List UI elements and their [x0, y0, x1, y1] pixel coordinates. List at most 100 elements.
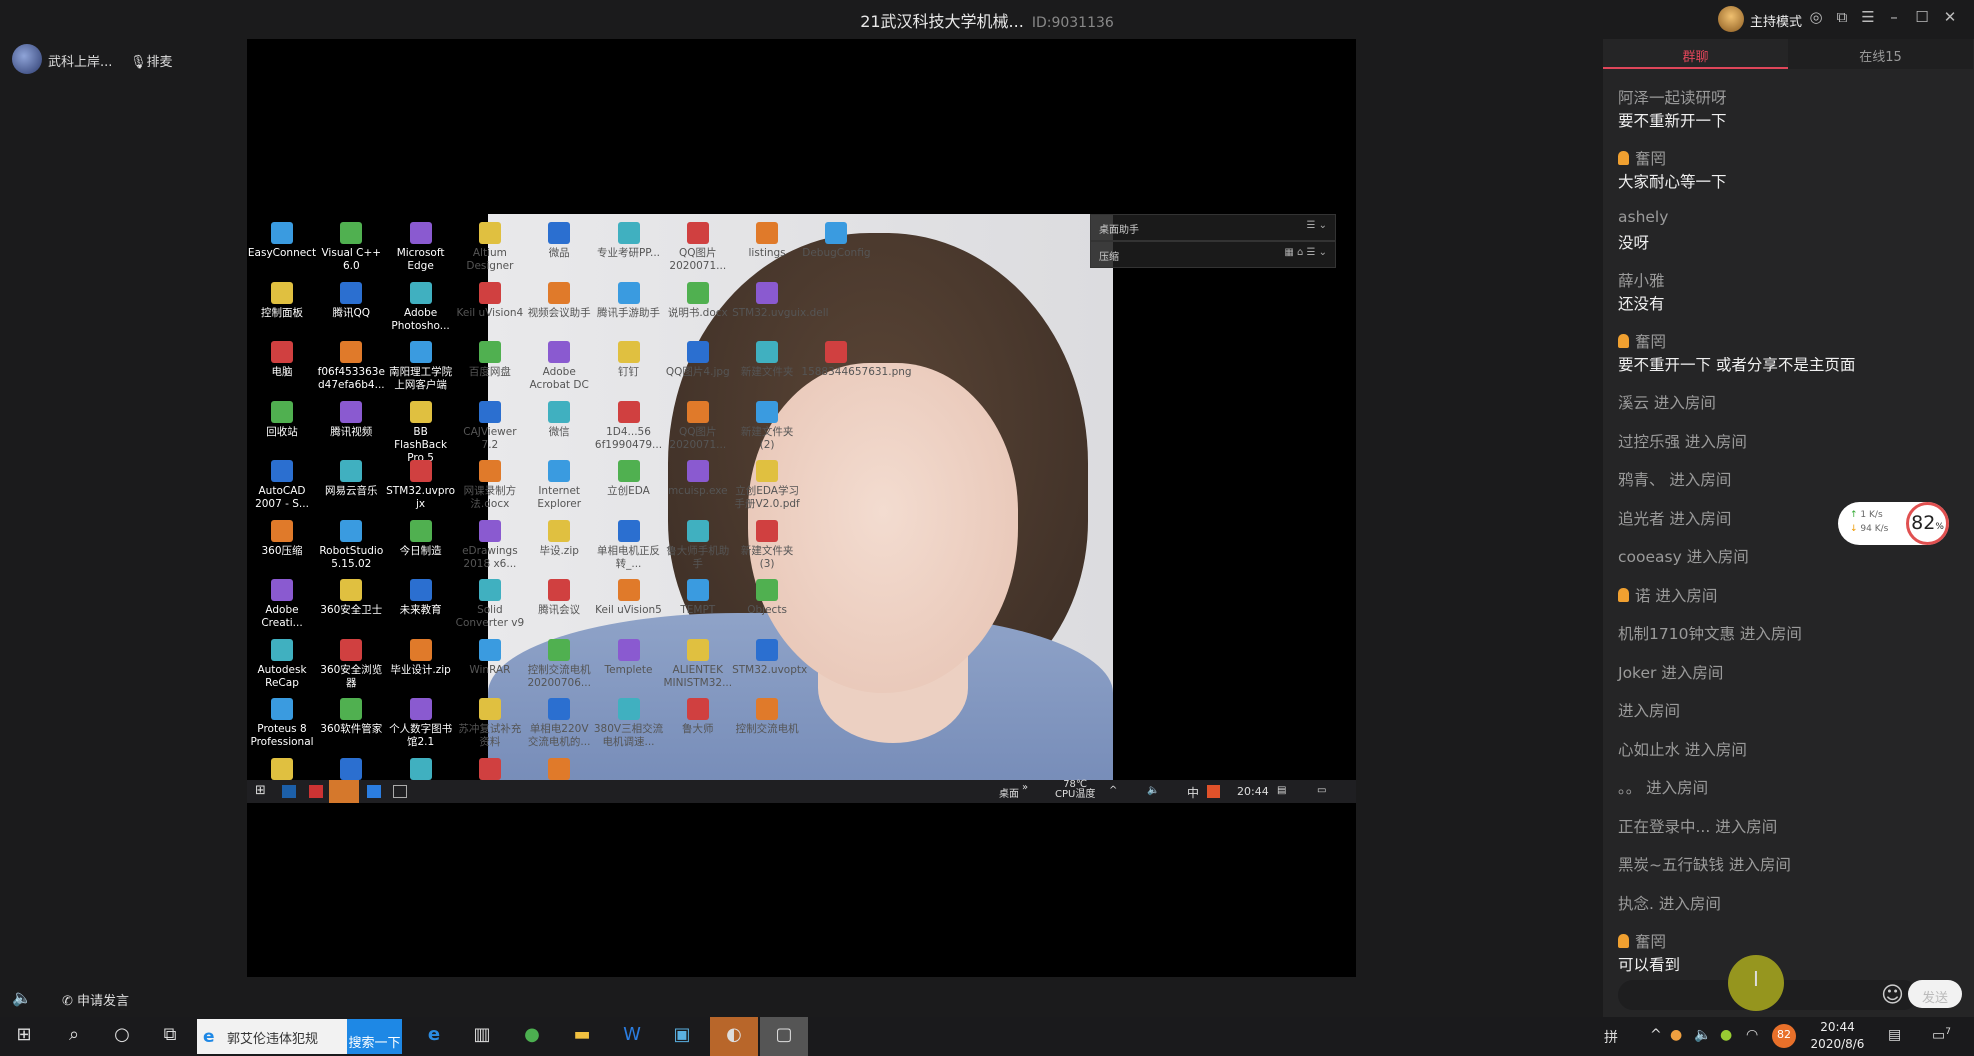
desktop-icon[interactable]: 微品 — [524, 222, 594, 260]
desktop-icon[interactable]: 南阳理工学院 上网客户端 — [386, 341, 456, 392]
desktop-icon[interactable]: TEMPT — [663, 579, 733, 617]
maximize-button[interactable]: ☐ — [1912, 8, 1932, 28]
windows-start-icon[interactable]: ⊞ — [0, 1017, 48, 1056]
desktop-icon[interactable]: AutoCAD 2007 - S... — [247, 460, 317, 511]
desktop-icon[interactable]: 腾讯会议 — [524, 579, 594, 617]
user-name[interactable]: 武科上岸... — [48, 51, 112, 70]
desktop-icon[interactable]: QQ图片 2020071... — [663, 222, 733, 273]
chevron-up-icon[interactable]: ^ — [1650, 1027, 1662, 1043]
desktop-icon[interactable]: 控制交流电机 20200706... — [524, 638, 594, 690]
desktop-icon[interactable]: 控制面板 — [247, 281, 317, 320]
desktop-icon[interactable]: 单相电机正反转_... — [594, 519, 664, 571]
screen-app-icon[interactable]: ▢ — [760, 1017, 808, 1056]
desktop-icon[interactable]: 立创EDA — [594, 460, 664, 498]
desktop-icon[interactable]: QQ图片 2020071... — [663, 400, 733, 452]
notification-icon[interactable]: ▭7 — [1932, 1027, 1951, 1044]
desktop-icon[interactable]: 腾讯视频 — [316, 400, 386, 439]
photo-viewer-icon[interactable]: ▣ — [658, 1017, 706, 1056]
desktop-icon[interactable]: 380V三相交流电机调速... — [594, 698, 664, 749]
desktop-icon[interactable]: Keil uVision4 — [455, 281, 525, 320]
search-icon[interactable]: ⌕ — [50, 1017, 98, 1056]
desktop-icon[interactable]: 新建文件夹 (2) — [732, 400, 802, 452]
desktop-icon[interactable]: 未来教育 — [386, 579, 456, 617]
desktop-icon[interactable]: f06f453363e d47efa6b4... — [316, 341, 386, 392]
search-button[interactable]: 搜索一下 — [347, 1019, 402, 1054]
desktop-icon[interactable]: 360软件管家 — [316, 698, 386, 736]
taskbar-search-box[interactable]: 郭艾伦违体犯规 — [197, 1019, 347, 1054]
desktop-icon[interactable]: 360安全浏览器 — [316, 638, 386, 690]
desktop-icon[interactable]: 微信 — [524, 400, 594, 439]
desktop-icon[interactable]: Proteus 8 Professional — [247, 698, 317, 749]
desktop-icon[interactable]: 网易云音乐 — [316, 460, 386, 498]
wps-icon[interactable]: W — [608, 1017, 656, 1056]
task-view-icon[interactable]: ⧉ — [146, 1017, 194, 1056]
apply-speak-button[interactable]: ✆ 申请发言 — [62, 990, 129, 1009]
active-app-icon[interactable]: ◐ — [710, 1017, 758, 1056]
desktop-icon[interactable]: Internet Explorer — [524, 460, 594, 511]
desktop-icon[interactable]: 钉钉 — [594, 341, 664, 379]
desktop-icon[interactable]: 1588344657631.png — [801, 341, 912, 379]
cortana-icon[interactable]: ○ — [98, 1017, 146, 1056]
desktop-icon[interactable]: 说明书.docx — [663, 281, 733, 320]
desktop-icon[interactable]: Keil uVision5 — [594, 579, 664, 617]
desktop-icon[interactable]: ALIENTEK MINISTM32... — [663, 638, 733, 690]
host-mode-button[interactable]: 主持模式 — [1750, 11, 1802, 30]
desktop-icon[interactable]: RobotStudio 5.15.02 — [316, 519, 386, 571]
desktop-icon[interactable]: 视频会议助手 — [524, 281, 594, 320]
file-explorer-icon[interactable]: ▬ — [558, 1017, 606, 1056]
desktop-icon[interactable]: Visual C++ 6.0 — [316, 222, 386, 273]
network-speed-widget[interactable]: ↑ 1 K/s ↓ 94 K/s 82% — [1838, 502, 1949, 545]
desktop-icon[interactable]: 毕业设计.zip — [386, 638, 456, 677]
desktop-icon[interactable]: Adobe Acrobat DC — [524, 341, 594, 392]
desktop-icon[interactable]: QQ图片4.jpg — [663, 341, 733, 379]
host-avatar[interactable] — [1718, 6, 1744, 32]
speaker-icon[interactable]: 🔈 — [12, 988, 32, 1007]
desktop-icon[interactable]: CAJViewer 7.2 — [455, 400, 525, 452]
desktop-icon[interactable]: 1D4...56 6f1990479... — [594, 400, 664, 452]
desktop-icon[interactable]: 360压缩 — [247, 519, 317, 558]
desktop-icon[interactable]: Adobe Creati... — [247, 579, 317, 630]
360-icon[interactable]: ● — [1720, 1027, 1732, 1043]
desktop-icon[interactable]: WinRAR — [455, 638, 525, 677]
desktop-icon[interactable]: 单相电220V 交流电机的... — [524, 698, 594, 749]
desktop-icon[interactable]: Adobe Photosho... — [386, 281, 456, 333]
desktop-icon[interactable]: STM32.uvpro jx — [386, 460, 456, 511]
system-clock[interactable]: 20:44 2020/8/6 — [1800, 1019, 1875, 1053]
ime-indicator[interactable]: 拼 — [1604, 1027, 1618, 1047]
popout-icon[interactable]: ⧉ — [1832, 8, 1852, 28]
wifi-icon[interactable]: ◠ — [1746, 1027, 1758, 1043]
speaker-icon[interactable]: 🔈 — [1694, 1027, 1711, 1043]
desktop-icon[interactable]: STM32.uvguix.dell — [732, 281, 829, 320]
send-button[interactable]: 发送 — [1908, 980, 1962, 1008]
desktop-icon[interactable]: DebugConfig — [801, 222, 871, 260]
desktop-icon[interactable]: 今日制造 — [386, 519, 456, 558]
desktop-icon[interactable]: 网课录制方法.docx — [455, 460, 525, 511]
mic-queue-button[interactable]: 🎙排麦 — [130, 51, 173, 70]
desktop-icon[interactable]: 鲁大师手机助手 — [663, 519, 733, 571]
store-icon[interactable]: ▥ — [458, 1017, 506, 1056]
desktop-icon[interactable]: 个人数字图书馆2.1 — [386, 698, 456, 749]
desktop-icon[interactable]: eDrawings 2018 x6... — [455, 519, 525, 571]
desktop-icon[interactable]: 新建文件夹 — [732, 341, 802, 379]
desktop-icon[interactable]: 专业考研PP... — [594, 222, 664, 260]
desktop-icon[interactable]: 立创EDA学习手册V2.0.pdf — [732, 460, 802, 511]
desktop-icon[interactable]: 360安全卫士 — [316, 579, 386, 617]
close-button[interactable]: ✕ — [1940, 8, 1960, 28]
settings-icon[interactable]: ◎ — [1806, 8, 1826, 28]
desktop-icon[interactable]: 腾讯手游助手 — [594, 281, 664, 320]
desktop-icon[interactable]: 鲁大师 — [663, 698, 733, 736]
minimize-button[interactable]: – — [1884, 8, 1904, 28]
desktop-icon[interactable]: BB FlashBack Pro 5 — [386, 400, 456, 465]
desktop-icon[interactable]: 回收站 — [247, 400, 317, 439]
desktop-icon[interactable]: 百度网盘 — [455, 341, 525, 379]
tab-group-chat[interactable]: 群聊 — [1603, 39, 1788, 69]
menu-icon[interactable]: ☰ — [1858, 8, 1878, 28]
desktop-icon[interactable]: 苏冲复试补充资料 — [455, 698, 525, 749]
menu-icon[interactable]: ☰ ⌄ — [1306, 220, 1327, 231]
assistant-row-compress[interactable]: 压缩 ▦ ⌂ ☰ ⌄ — [1090, 241, 1336, 268]
desktop-icon[interactable]: EasyConnect — [247, 222, 317, 260]
desktop-icon[interactable]: 腾讯QQ — [316, 281, 386, 320]
desktop-icon[interactable]: STM32.uvoptx — [732, 638, 807, 677]
desktop-icon[interactable]: Objects — [732, 579, 802, 617]
desktop-icon[interactable]: mcuisp.exe — [663, 460, 733, 498]
